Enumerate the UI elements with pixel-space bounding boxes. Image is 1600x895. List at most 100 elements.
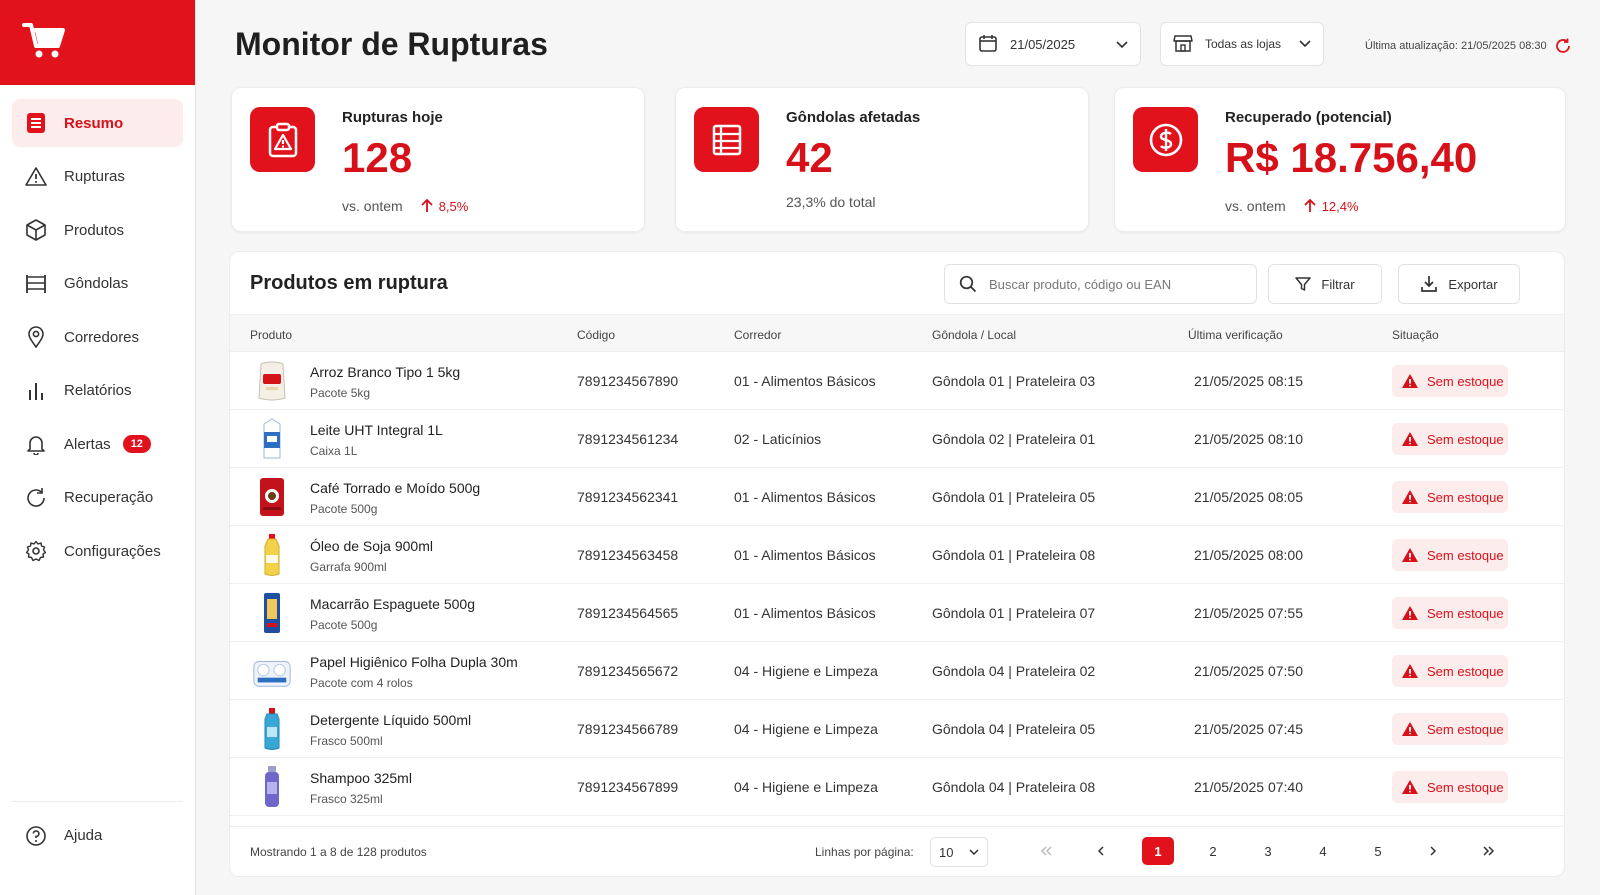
refresh-icon[interactable]: [1555, 38, 1571, 54]
kpi-delta: 12,4%: [1304, 199, 1359, 214]
export-button[interactable]: Exportar: [1398, 264, 1520, 304]
kpi-sub-text: vs. ontem: [342, 198, 403, 214]
product-location: Gôndola 04 | Prateleira 05: [932, 721, 1096, 737]
last-checked: 21/05/2025 08:10: [1194, 431, 1303, 447]
table-row[interactable]: Papel Higiênico Folha Dupla 30m Pacote co…: [230, 642, 1564, 700]
last-checked: 21/05/2025 08:15: [1194, 373, 1303, 389]
table-row[interactable]: Café Torrado e Moído 500g Pacote 500g 7891…: [230, 468, 1564, 526]
table-row[interactable]: Óleo de Soja 900ml Garrafa 900ml 789123456…: [230, 526, 1564, 584]
product-package: Garrafa 900ml: [310, 560, 387, 574]
logo[interactable]: [0, 0, 195, 85]
sidebar-item-relatorios[interactable]: Relatórios: [12, 367, 183, 415]
table-row[interactable]: Arroz Branco Tipo 1 5kg Pacote 5kg 7891234…: [230, 352, 1564, 410]
product-name: Arroz Branco Tipo 1 5kg: [310, 364, 461, 380]
search-box[interactable]: [944, 264, 1257, 304]
product-name: Óleo de Soja 900ml: [310, 538, 433, 554]
rows-per-page-select[interactable]: 10: [930, 837, 988, 867]
last-checked: 21/05/2025 08:00: [1194, 547, 1303, 563]
refresh-icon: [24, 486, 48, 510]
filter-button[interactable]: Filtrar: [1268, 264, 1382, 304]
sidebar-item-corredores[interactable]: Corredores: [12, 313, 183, 361]
store-select[interactable]: Todas as lojas: [1160, 22, 1324, 66]
search-input[interactable]: [989, 276, 1229, 292]
status-label: Sem estoque: [1427, 663, 1504, 679]
status-label: Sem estoque: [1427, 431, 1504, 447]
sidebar-item-alertas[interactable]: Alertas 12: [12, 420, 183, 468]
status-badge[interactable]: Sem estoque: [1392, 423, 1508, 455]
page-button-3[interactable]: 3: [1252, 837, 1284, 865]
page-button-5[interactable]: 5: [1362, 837, 1394, 865]
table-row[interactable]: Detergente Líquido 500ml Frasco 500ml 7891…: [230, 700, 1564, 758]
table-row[interactable]: Macarrão Espaguete 500g Pacote 500g 789123…: [230, 584, 1564, 642]
sidebar-item-configuracoes[interactable]: Configurações: [12, 527, 183, 575]
product-name: Papel Higiênico Folha Dupla 30m: [310, 654, 518, 670]
last-checked: 21/05/2025 07:50: [1194, 663, 1303, 679]
status-badge[interactable]: Sem estoque: [1392, 365, 1508, 397]
column-header-ultima-verificacao[interactable]: Última verificação: [1188, 328, 1283, 342]
status-label: Sem estoque: [1427, 547, 1504, 563]
toilet-paper-thumbnail: [252, 650, 292, 692]
alerts-count-badge: 12: [122, 435, 151, 453]
last-page-button[interactable]: [1473, 837, 1505, 865]
sidebar-nav: Resumo Rupturas Produtos Gôndolas Corred…: [0, 85, 195, 575]
sidebar-item-ajuda[interactable]: Ajuda: [12, 812, 183, 860]
location-pin-icon: [24, 325, 48, 349]
sidebar-item-recuperacao[interactable]: Recuperação: [12, 474, 183, 522]
filter-label: Filtrar: [1321, 276, 1355, 292]
column-header-situacao[interactable]: Situação: [1392, 328, 1439, 342]
product-code: 7891234567899: [577, 779, 679, 795]
product-aisle: 01 - Alimentos Básicos: [734, 547, 876, 563]
product-code: 7891234563458: [577, 547, 679, 563]
search-icon: [959, 275, 977, 293]
status-badge[interactable]: Sem estoque: [1392, 597, 1508, 629]
last-updated-text: Última atualização: 21/05/2025 08:30: [1365, 40, 1547, 52]
column-header-produto[interactable]: Produto: [250, 328, 292, 342]
table-row[interactable]: Leite UHT Integral 1L Caixa 1L 78912345612…: [230, 410, 1564, 468]
sidebar-item-produtos[interactable]: Produtos: [12, 206, 183, 254]
page-title: Monitor de Rupturas: [235, 26, 548, 62]
store-icon: [1173, 33, 1193, 56]
first-page-button[interactable]: [1030, 837, 1062, 865]
status-label: Sem estoque: [1427, 721, 1504, 737]
status-badge[interactable]: Sem estoque: [1392, 539, 1508, 571]
status-badge[interactable]: Sem estoque: [1392, 481, 1508, 513]
table-body: Arroz Branco Tipo 1 5kg Pacote 5kg 7891234…: [230, 352, 1564, 816]
sidebar-item-rupturas[interactable]: Rupturas: [12, 153, 183, 201]
sidebar-item-label: Corredores: [64, 328, 140, 346]
product-location: Gôndola 01 | Prateleira 05: [932, 489, 1096, 505]
page-button-4[interactable]: 4: [1307, 837, 1339, 865]
page-button-2[interactable]: 2: [1197, 837, 1229, 865]
kpi-label: Rupturas hoje: [342, 109, 443, 126]
status-badge[interactable]: Sem estoque: [1392, 771, 1508, 803]
double-chevron-right-icon: [1483, 846, 1495, 856]
sidebar-item-resumo[interactable]: Resumo: [12, 99, 183, 147]
sidebar-item-gondolas[interactable]: Gôndolas: [12, 260, 183, 308]
column-header-codigo[interactable]: Código: [577, 328, 615, 342]
clipboard-alert-icon: [250, 107, 315, 172]
shopping-cart-icon: [22, 20, 66, 65]
page-button-1[interactable]: 1: [1142, 837, 1174, 865]
product-package: Pacote 5kg: [310, 386, 371, 400]
sidebar-item-label: Resumo: [64, 114, 124, 132]
product-aisle: 01 - Alimentos Básicos: [734, 489, 876, 505]
status-badge[interactable]: Sem estoque: [1392, 713, 1508, 745]
sidebar-item-label: Produtos: [64, 221, 125, 239]
column-header-corredor[interactable]: Corredor: [734, 328, 781, 342]
warning-icon: [1401, 663, 1419, 679]
prev-page-button[interactable]: [1085, 837, 1117, 865]
table-row[interactable]: Shampoo 325ml Frasco 325ml 7891234567899 04…: [230, 758, 1564, 816]
export-label: Exportar: [1448, 276, 1498, 292]
status-label: Sem estoque: [1427, 489, 1504, 505]
product-package: Pacote 500g: [310, 618, 378, 632]
sidebar-help: Ajuda: [12, 800, 183, 866]
store-value: Todas as lojas: [1205, 37, 1282, 51]
next-page-button[interactable]: [1417, 837, 1449, 865]
column-header-gondola[interactable]: Gôndola / Local: [932, 328, 1016, 342]
date-picker[interactable]: 21/05/2025: [965, 22, 1141, 66]
warning-icon: [1401, 605, 1419, 621]
last-checked: 21/05/2025 07:45: [1194, 721, 1303, 737]
product-aisle: 01 - Alimentos Básicos: [734, 373, 876, 389]
pasta-pack-thumbnail: [252, 592, 292, 634]
status-badge[interactable]: Sem estoque: [1392, 655, 1508, 687]
sidebar-item-label: Recuperação: [64, 489, 154, 506]
